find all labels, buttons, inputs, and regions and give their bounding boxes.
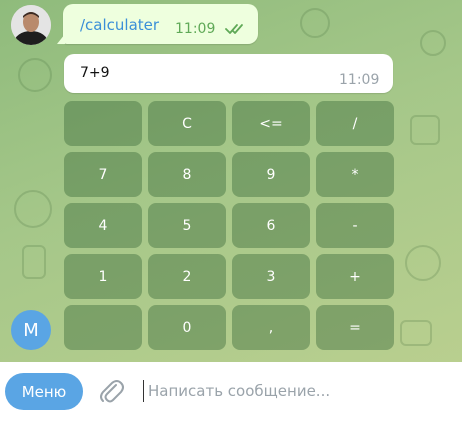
- background-doodle: [300, 8, 330, 38]
- keyboard-key[interactable]: C: [148, 101, 226, 146]
- keyboard-key[interactable]: +: [316, 254, 394, 299]
- background-doodle: [420, 30, 446, 56]
- keyboard-key[interactable]: *: [316, 152, 394, 197]
- keyboard-key[interactable]: 6: [232, 203, 310, 248]
- double-check-icon: [225, 24, 243, 34]
- keyboard-key[interactable]: =: [316, 305, 394, 350]
- keyboard-key[interactable]: /: [316, 101, 394, 146]
- background-doodle: [405, 245, 441, 281]
- keyboard-key[interactable]: 2: [148, 254, 226, 299]
- telegram-chat-window: /calculater 11:09 7+9 11:09 C <=/ 7 8 9 * 4 5 6-…: [0, 0, 462, 422]
- incoming-message[interactable]: 7+9 11:09: [64, 54, 393, 93]
- message-input[interactable]: [148, 379, 448, 403]
- command-link[interactable]: /calculater: [80, 16, 159, 34]
- outgoing-message[interactable]: /calculater 11:09: [57, 4, 258, 44]
- keyboard-key[interactable]: 5: [148, 203, 226, 248]
- keyboard-key[interactable]: [64, 305, 142, 350]
- background-doodle: [18, 58, 52, 92]
- menu-button[interactable]: Меню: [5, 373, 83, 410]
- message-time: 11:09: [339, 72, 380, 88]
- paperclip-icon[interactable]: [97, 376, 125, 406]
- message-time: 11:09: [175, 21, 216, 37]
- keyboard-key[interactable]: 1: [64, 254, 142, 299]
- keyboard-key[interactable]: [64, 101, 142, 146]
- background-doodle: [14, 190, 52, 228]
- keyboard-key[interactable]: <=: [232, 101, 310, 146]
- keyboard-key[interactable]: 3: [232, 254, 310, 299]
- background-doodle: [400, 320, 432, 346]
- keyboard-key[interactable]: 9: [232, 152, 310, 197]
- message-tail: [57, 34, 65, 44]
- inline-keyboard: C <=/ 7 8 9 * 4 5 6- 1 2 3 +0, =: [64, 101, 394, 351]
- message-text: 7+9: [80, 65, 110, 81]
- keyboard-key[interactable]: -: [316, 203, 394, 248]
- sender-avatar[interactable]: [11, 5, 51, 45]
- avatar-photo-icon: [11, 5, 51, 45]
- background-doodle: [22, 245, 46, 279]
- text-caret: [143, 380, 144, 402]
- bot-avatar[interactable]: M: [11, 310, 51, 350]
- background-doodle: [410, 115, 440, 145]
- keyboard-key[interactable]: 8: [148, 152, 226, 197]
- keyboard-key[interactable]: 7: [64, 152, 142, 197]
- compose-bar: Меню: [0, 362, 462, 422]
- keyboard-key[interactable]: 0: [148, 305, 226, 350]
- keyboard-key[interactable]: 4: [64, 203, 142, 248]
- keyboard-key[interactable]: ,: [232, 305, 310, 350]
